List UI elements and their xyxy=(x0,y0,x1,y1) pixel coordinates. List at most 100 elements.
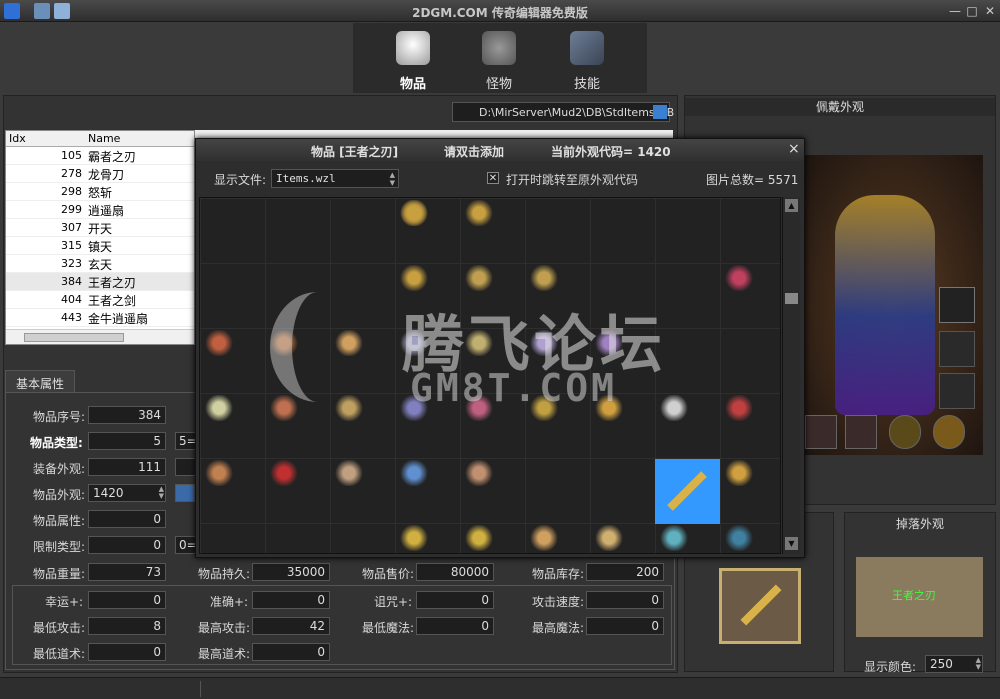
slot-bracelet-right[interactable] xyxy=(933,415,965,449)
item-sprite[interactable] xyxy=(529,330,559,356)
item-sprite[interactable] xyxy=(334,395,364,421)
minimize-icon[interactable]: — xyxy=(947,3,963,19)
jump-checkbox[interactable]: ✕ xyxy=(487,172,499,184)
slot-ring-left[interactable] xyxy=(805,415,837,449)
item-sprite[interactable] xyxy=(399,330,429,356)
item-sprite[interactable] xyxy=(529,265,559,291)
item-sprite[interactable] xyxy=(204,330,234,356)
grid-scrollbar[interactable]: ▲ ▼ xyxy=(782,197,800,554)
item-sprite[interactable] xyxy=(334,330,364,356)
item-sprite[interactable] xyxy=(269,330,299,356)
tab-basic-attributes[interactable]: 基本属性 xyxy=(5,370,75,392)
min-magic-field[interactable]: 0 xyxy=(416,617,494,635)
item-sprite[interactable] xyxy=(204,460,234,486)
maximize-icon[interactable]: □ xyxy=(964,3,980,19)
scroll-up-icon[interactable]: ▲ xyxy=(785,199,798,212)
max-tao-field[interactable]: 0 xyxy=(252,643,330,661)
spinner-arrows-icon[interactable]: ▲ ▼ xyxy=(976,657,981,671)
item-type-field[interactable]: 5 xyxy=(88,432,166,450)
item-sprite[interactable] xyxy=(659,525,689,551)
table-row[interactable]: 278 龙骨刀 xyxy=(6,165,194,183)
selected-cell[interactable] xyxy=(655,459,720,524)
row-name: 逍遥扇 xyxy=(88,204,125,218)
min-tao-field[interactable]: 0 xyxy=(88,643,166,661)
table-row[interactable]: 315 镇天 xyxy=(6,237,194,255)
table-row[interactable]: 299 逍遥扇 xyxy=(6,201,194,219)
item-sprite[interactable] xyxy=(399,525,429,551)
table-row[interactable]: 298 怒斩 xyxy=(6,183,194,201)
equip-look-field[interactable]: 111 xyxy=(88,458,166,476)
item-sprite[interactable] xyxy=(464,200,494,226)
close-icon[interactable]: ✕ xyxy=(982,3,998,19)
luck-field[interactable]: 0 xyxy=(88,591,166,609)
slot-bracelet-left[interactable] xyxy=(889,415,921,449)
item-sprite[interactable] xyxy=(464,525,494,551)
table-row[interactable]: 404 王者之剑 xyxy=(6,291,194,309)
item-sprite[interactable] xyxy=(464,460,494,486)
file-select[interactable]: Items.wzl ▲ ▼ xyxy=(271,169,399,188)
item-sprite[interactable] xyxy=(399,395,429,421)
item-sprite[interactable] xyxy=(269,460,299,486)
item-sprite[interactable] xyxy=(594,395,624,421)
min-attack-field[interactable]: 8 xyxy=(88,617,166,635)
tab-skills[interactable]: 技能 xyxy=(557,31,617,92)
table-row[interactable]: 384 王者之刃 xyxy=(6,273,194,291)
item-sprite[interactable] xyxy=(464,265,494,291)
attack-speed-field[interactable]: 0 xyxy=(586,591,664,609)
db-path-field[interactable]: D:\MirServer\Mud2\DB\StdItems.DB xyxy=(452,102,674,122)
pick-look-button[interactable] xyxy=(175,484,195,502)
item-type-select[interactable]: 5= xyxy=(175,432,197,450)
item-sprite[interactable] xyxy=(724,525,754,551)
item-sprite[interactable] xyxy=(594,330,624,356)
weight-field[interactable]: 73 xyxy=(88,563,166,581)
item-sprite[interactable] xyxy=(529,525,559,551)
slot-ring-right[interactable] xyxy=(845,415,877,449)
item-sprite[interactable] xyxy=(269,395,299,421)
item-sprite[interactable] xyxy=(464,330,494,356)
table-hscrollbar[interactable] xyxy=(6,329,194,344)
item-attr-field[interactable]: 0 xyxy=(88,510,166,528)
scroll-down-icon[interactable]: ▼ xyxy=(785,537,798,550)
stock-field[interactable]: 200 xyxy=(586,563,664,581)
item-sprite[interactable] xyxy=(464,395,494,421)
item-sprite[interactable] xyxy=(529,395,559,421)
item-sprite[interactable] xyxy=(204,395,234,421)
limit-type-field[interactable]: 0 xyxy=(88,536,166,554)
scroll-thumb[interactable] xyxy=(785,293,798,304)
item-sprite[interactable] xyxy=(659,395,689,421)
slot-helmet[interactable] xyxy=(939,331,975,367)
item-sprite[interactable] xyxy=(724,265,754,291)
browse-icon[interactable] xyxy=(653,105,667,119)
status-bar xyxy=(0,677,1000,699)
max-magic-field[interactable]: 0 xyxy=(586,617,664,635)
slot-necklace[interactable] xyxy=(939,373,975,409)
curse-field[interactable]: 0 xyxy=(416,591,494,609)
item-sprite[interactable] xyxy=(724,460,754,486)
color-spinner[interactable]: 250 ▲ ▼ xyxy=(925,655,983,673)
limit-type-select[interactable]: 0= xyxy=(175,536,197,554)
tab-monsters[interactable]: 怪物 xyxy=(469,31,529,92)
item-sprite[interactable] xyxy=(399,460,429,486)
table-row[interactable]: 105 霸者之刃 xyxy=(6,147,194,165)
scroll-thumb[interactable] xyxy=(24,333,124,342)
item-sprite[interactable] xyxy=(399,200,429,226)
item-sprite[interactable] xyxy=(594,525,624,551)
equip-look-extra[interactable] xyxy=(175,458,197,476)
item-sprite[interactable] xyxy=(399,265,429,291)
table-row[interactable]: 443 金牛逍遥扇 xyxy=(6,309,194,327)
item-sprite[interactable] xyxy=(724,395,754,421)
durability-field[interactable]: 35000 xyxy=(252,563,330,581)
item-no-field[interactable]: 384 xyxy=(88,406,166,424)
tab-items[interactable]: 物品 xyxy=(383,31,443,92)
dialog-close-icon[interactable]: × xyxy=(788,141,800,157)
table-row[interactable]: 307 开天 xyxy=(6,219,194,237)
spinner-arrows-icon[interactable]: ▲ ▼ xyxy=(159,486,164,500)
price-field[interactable]: 80000 xyxy=(416,563,494,581)
table-row[interactable]: 323 玄天 xyxy=(6,255,194,273)
accuracy-field[interactable]: 0 xyxy=(252,591,330,609)
slot-weapon[interactable] xyxy=(939,287,975,323)
max-attack-field[interactable]: 42 xyxy=(252,617,330,635)
image-grid[interactable]: 腾飞论坛 GM8T.COM xyxy=(199,197,781,554)
item-look-spinner[interactable]: 1420 ▲ ▼ xyxy=(88,484,166,502)
item-sprite[interactable] xyxy=(334,460,364,486)
